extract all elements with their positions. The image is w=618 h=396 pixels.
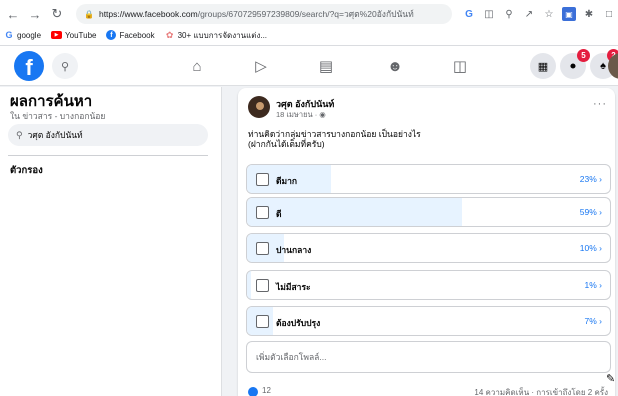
bookmark-youtube[interactable]: ▶ YouTube <box>51 31 96 40</box>
chevron-right-icon: › <box>596 280 602 290</box>
zoom-icon[interactable]: ⚲ <box>502 7 516 21</box>
bookmark-label: YouTube <box>65 30 97 40</box>
bookmark-facebook[interactable]: f Facebook <box>106 30 155 40</box>
poll-option-label: ดีมาก <box>276 176 298 186</box>
menu-grid-icon[interactable]: ▦ <box>530 53 556 79</box>
poll-option-checkbox[interactable] <box>256 279 269 292</box>
search-icon: ⚲ <box>16 129 23 140</box>
poll-option[interactable]: ปานกลาง 10% › <box>246 233 611 263</box>
browser-nav-row: ← → ↻ 🔒 https://www.facebook.com/groups/… <box>0 3 618 25</box>
author-avatar[interactable] <box>248 96 270 118</box>
globe-icon: ◉ <box>319 110 326 119</box>
post-date-text: 18 เมษายน · <box>276 110 320 119</box>
browser-toolbar-icons: G ◫ ⚲ ↗ ☆ ▣ ✱ □ <box>462 7 618 21</box>
poll-option-label: ต้องปรับปรุง <box>276 318 321 328</box>
poll-option-bar <box>247 271 251 299</box>
post-text: (ฝากกันได้เต็มที่ครับ) <box>248 139 325 149</box>
bookmark-star-icon[interactable]: ☆ <box>542 7 556 21</box>
poll-post: วศุต อังกัปนันท์ 18 เมษายน · ◉ ··· ท่านค… <box>238 88 615 396</box>
filters-heading: ตัวกรอง <box>10 165 43 176</box>
divider <box>8 155 208 156</box>
poll-option-label: ปานกลาง <box>276 245 312 255</box>
poll-option-percent[interactable]: 7% › <box>585 316 603 326</box>
post-footer: 12 14 ความคิดเห็น · การเข้าถึงโดย 2 ครั้… <box>248 385 608 396</box>
poll-option-label: ดี <box>276 209 282 219</box>
extensions-puzzle-icon[interactable]: ✱ <box>582 7 596 21</box>
reaction-count[interactable]: 12 <box>262 386 271 395</box>
bookmark-wedding[interactable]: ✿ 30+ แบบการจัดงานแต่ง... <box>165 29 267 42</box>
url-host: https://www.facebook.com <box>98 9 198 19</box>
home-icon[interactable]: ⌂ <box>186 56 208 76</box>
add-poll-option-input[interactable]: เพิ่มตัวเลือกโพลล์... <box>246 341 611 373</box>
poll-option[interactable]: ดี 59% › <box>246 197 611 227</box>
poll-option-percent[interactable]: 1% › <box>585 280 603 290</box>
search-results-panel: ผลการค้นหา ใน ข่าวสาร - บางกอกน้อย ⚲ วศุ… <box>0 87 222 396</box>
poll-option[interactable]: ต้องปรับปรุง 7% › <box>246 306 611 336</box>
like-reaction-icon <box>248 387 258 396</box>
search-icon[interactable]: ⚲ <box>52 53 78 79</box>
messenger-badge: 5 <box>577 49 590 62</box>
new-message-icon[interactable]: ✎ <box>606 372 618 392</box>
groups-icon[interactable]: ☻ <box>384 56 406 76</box>
google-translate-icon[interactable]: G <box>462 7 476 21</box>
lock-icon: 🔒 <box>84 9 94 19</box>
search-scope: ใน ข่าวสาร - บางกอกน้อย <box>10 111 106 121</box>
video-icon[interactable]: ▷ <box>250 56 272 76</box>
bookmark-label: google <box>17 30 42 40</box>
address-bar[interactable]: 🔒 https://www.facebook.com/groups/670729… <box>76 4 452 24</box>
reload-icon[interactable]: ↻ <box>48 5 66 23</box>
extension-icon[interactable]: ▣ <box>562 7 576 21</box>
bookmarks-bar: G google ▶ YouTube f Facebook ✿ 30+ แบบก… <box>0 25 618 45</box>
gaming-icon[interactable]: ◫ <box>449 56 471 76</box>
poll-option[interactable]: ดีมาก 23% › <box>246 164 611 194</box>
back-arrow-icon[interactable]: ← <box>4 5 22 23</box>
side-panel-icon[interactable]: □ <box>602 7 616 21</box>
browser-chrome: ← → ↻ 🔒 https://www.facebook.com/groups/… <box>0 0 618 46</box>
bookmark-google[interactable]: G google <box>4 30 41 40</box>
facebook-icon: f <box>106 30 117 40</box>
poll-option-checkbox[interactable] <box>256 242 269 255</box>
post-date[interactable]: 18 เมษายน · ◉ <box>276 109 326 121</box>
poll-option-percent[interactable]: 23% › <box>580 174 602 184</box>
poll-option-percent[interactable]: 10% › <box>580 243 602 253</box>
poll-option-percent-value: 59% <box>579 207 597 217</box>
facebook-logo[interactable]: f <box>14 51 44 81</box>
poll-option-percent-value: 1% <box>584 280 597 290</box>
forward-arrow-icon[interactable]: → <box>26 5 44 23</box>
messenger-icon[interactable]: ⚫ 5 <box>560 49 590 79</box>
google-icon: G <box>5 30 13 40</box>
group-search-input[interactable]: ⚲ วศุต อังกัปนันท์ <box>8 124 208 146</box>
chevron-right-icon: › <box>596 243 602 253</box>
poll-option[interactable]: ไม่มีสาระ 1% › <box>246 270 611 300</box>
post-stats[interactable]: 14 ความคิดเห็น · การเข้าถึงโดย 2 ครั้ง <box>474 386 608 396</box>
poll-option-label: ไม่มีสาระ <box>276 282 311 292</box>
marketplace-icon[interactable]: ▤ <box>315 56 337 76</box>
chevron-right-icon: › <box>596 316 602 326</box>
more-options-icon[interactable]: ··· <box>593 98 607 110</box>
share-icon[interactable]: ↗ <box>522 7 536 21</box>
youtube-icon: ▶ <box>51 31 63 39</box>
poll-option-percent-value: 7% <box>584 316 597 326</box>
poll-option-checkbox[interactable] <box>256 315 269 328</box>
poll-option-checkbox[interactable] <box>256 173 269 186</box>
chevron-right-icon: › <box>596 207 602 217</box>
bookmark-label: 30+ แบบการจัดงานแต่ง... <box>177 30 268 40</box>
facebook-top-bar: f ⚲ ⌂ ▷ ▤ ☻ ◫ ▦ ⚫ 5 ♠ 2 <box>0 46 618 86</box>
poll-option-percent-value: 23% <box>579 174 597 184</box>
url-path: /groups/670729597239809/search/?q=วศุต%2… <box>197 9 414 19</box>
bookmark-label: Facebook <box>119 30 155 40</box>
poll-option-percent-value: 10% <box>579 243 597 253</box>
search-input-value: วศุต อังกัปนันท์ <box>27 130 83 140</box>
poll-option-checkbox[interactable] <box>256 206 269 219</box>
chevron-right-icon: › <box>596 174 602 184</box>
poll-option-percent[interactable]: 59% › <box>580 207 602 217</box>
install-app-icon[interactable]: ◫ <box>482 7 496 21</box>
ad-icon: ✿ <box>165 29 174 40</box>
